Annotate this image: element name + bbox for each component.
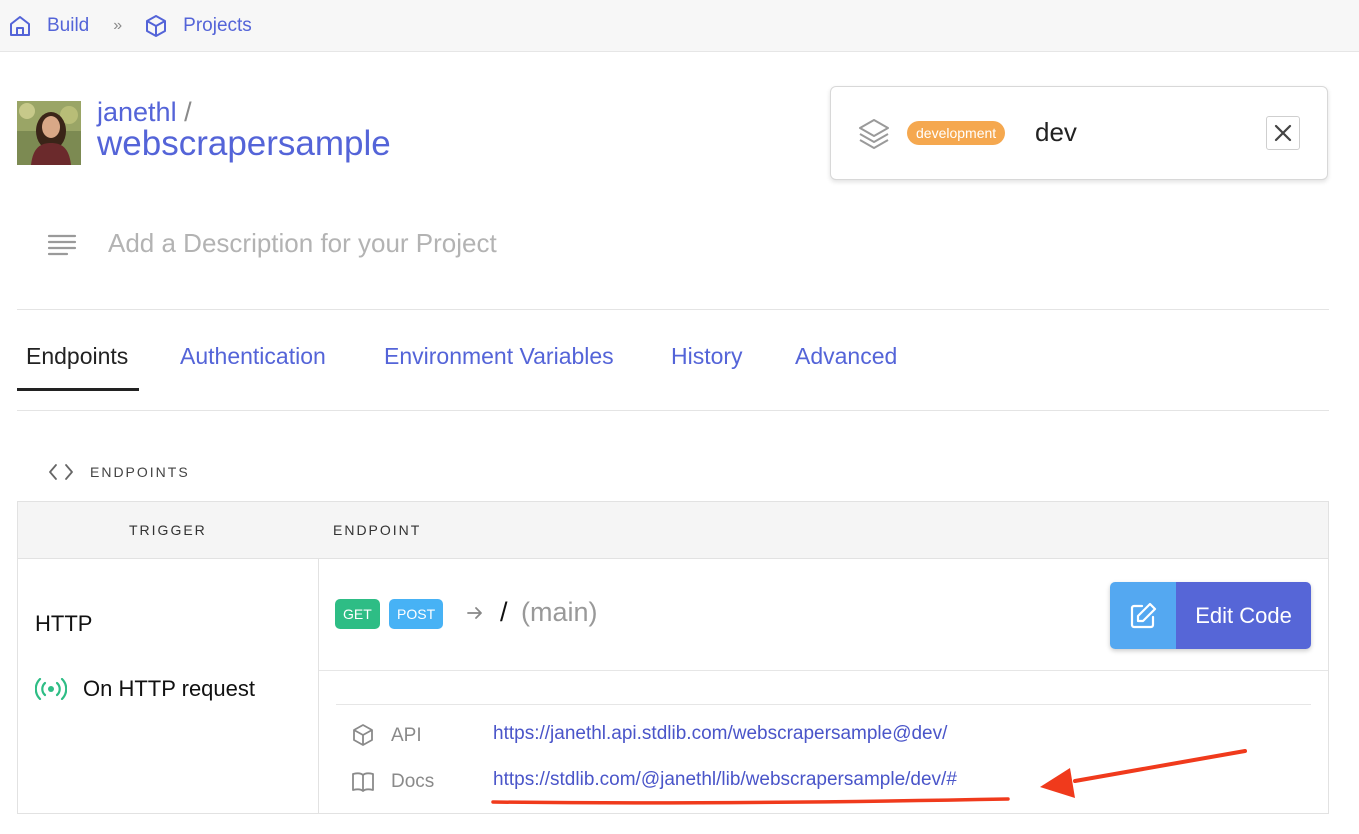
tab-environment-variables[interactable]: Environment Variables bbox=[384, 343, 614, 370]
api-link[interactable]: https://janethl.api.stdlib.com/webscrape… bbox=[493, 723, 947, 745]
edit-code-button[interactable]: Edit Code bbox=[1110, 582, 1311, 649]
column-header-trigger: TRIGGER bbox=[129, 522, 207, 538]
layers-icon bbox=[859, 119, 889, 149]
trigger-cell: HTTP On HTTP request bbox=[18, 559, 319, 813]
divider bbox=[17, 410, 1329, 411]
breadcrumb-build[interactable]: Build bbox=[8, 14, 89, 38]
owner-separator: / bbox=[184, 97, 192, 127]
tab-advanced[interactable]: Advanced bbox=[795, 343, 897, 370]
table-header: TRIGGER ENDPOINT bbox=[18, 502, 1328, 559]
environment-card: development dev bbox=[830, 86, 1328, 180]
divider bbox=[17, 309, 1329, 310]
section-title: ENDPOINTS bbox=[90, 464, 190, 480]
endpoints-table: TRIGGER ENDPOINT HTTP On HTTP request GE… bbox=[17, 501, 1329, 814]
owner-name[interactable]: janethl bbox=[97, 97, 177, 127]
tab-history[interactable]: History bbox=[671, 343, 743, 370]
trigger-event-label: On HTTP request bbox=[83, 676, 255, 701]
method-badge-get: GET bbox=[335, 599, 380, 629]
edit-icon bbox=[1130, 602, 1157, 628]
docs-link[interactable]: https://stdlib.com/@janethl/lib/webscrap… bbox=[493, 769, 957, 791]
endpoint-path: / bbox=[500, 597, 508, 627]
book-icon bbox=[352, 772, 374, 792]
trigger-type: HTTP bbox=[35, 611, 93, 636]
cube-icon bbox=[146, 14, 167, 37]
edit-code-label: Edit Code bbox=[1176, 582, 1311, 649]
close-icon bbox=[1274, 124, 1292, 142]
column-header-endpoint: ENDPOINT bbox=[333, 522, 422, 538]
environment-badge: development bbox=[907, 121, 1006, 145]
tab-authentication[interactable]: Authentication bbox=[180, 343, 326, 370]
environment-name: dev bbox=[1035, 117, 1077, 147]
active-tab-indicator bbox=[17, 388, 139, 391]
cube-icon bbox=[353, 724, 373, 746]
code-brackets-icon bbox=[49, 464, 73, 480]
edit-icon-container bbox=[1110, 582, 1176, 649]
divider bbox=[319, 670, 1328, 671]
breadcrumb-separator: » bbox=[113, 16, 123, 34]
tab-endpoints[interactable]: Endpoints bbox=[26, 343, 128, 370]
project-name[interactable]: webscrapersample bbox=[97, 124, 391, 164]
docs-link-label: Docs bbox=[391, 771, 435, 792]
trigger-event: On HTTP request bbox=[35, 676, 255, 702]
breadcrumb-projects-label: Projects bbox=[183, 14, 252, 36]
breadcrumb-build-label: Build bbox=[47, 14, 90, 36]
arrow-right-icon bbox=[467, 607, 482, 619]
divider bbox=[336, 704, 1311, 705]
avatar bbox=[17, 101, 81, 165]
method-badge-post: POST bbox=[389, 599, 444, 629]
broadcast-icon bbox=[35, 678, 67, 700]
breadcrumb-projects[interactable]: Projects bbox=[144, 14, 252, 38]
text-lines-icon bbox=[47, 234, 77, 256]
home-icon bbox=[10, 15, 30, 36]
endpoints-section-header: ENDPOINTS bbox=[48, 462, 190, 482]
breadcrumb: Build » Projects bbox=[0, 0, 1359, 52]
close-button[interactable] bbox=[1266, 116, 1300, 150]
endpoint-path-name: (main) bbox=[521, 597, 598, 627]
description-placeholder[interactable]: Add a Description for your Project bbox=[108, 228, 497, 259]
api-link-label: API bbox=[391, 725, 422, 746]
